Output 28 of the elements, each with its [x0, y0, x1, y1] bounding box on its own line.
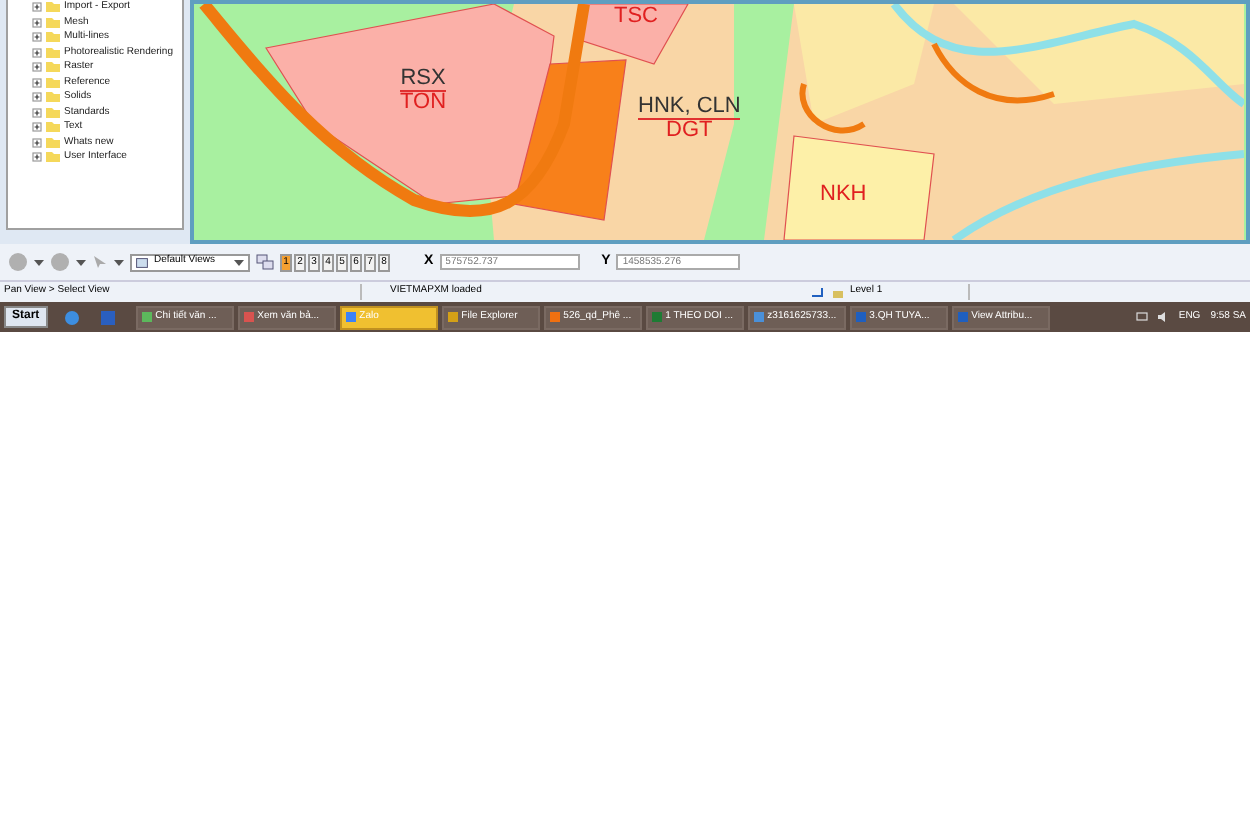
- caret-icon[interactable]: [234, 259, 244, 265]
- expand-icon[interactable]: [32, 17, 42, 28]
- caret-icon[interactable]: [76, 259, 86, 265]
- expand-icon[interactable]: [32, 137, 42, 148]
- expand-icon[interactable]: [32, 2, 42, 13]
- expand-icon[interactable]: [32, 152, 42, 163]
- browser-icon[interactable]: [63, 309, 80, 325]
- expand-icon[interactable]: [32, 107, 42, 118]
- expand-icon[interactable]: [32, 47, 42, 58]
- expand-icon[interactable]: [32, 32, 42, 43]
- speaker-icon[interactable]: [1158, 312, 1169, 322]
- zone-code-label: TON: [400, 92, 447, 114]
- view-icon: [136, 257, 148, 267]
- caret-icon[interactable]: [114, 259, 124, 265]
- expand-icon[interactable]: [32, 77, 42, 88]
- zone-code-label: DGT: [666, 120, 713, 142]
- snap-icon[interactable]: [810, 286, 824, 298]
- zone-code-label: NKH: [820, 184, 867, 206]
- map-view[interactable]: RSX TON HNK, CLN DGT NKH TSC: [190, 0, 1250, 244]
- caret-icon[interactable]: [34, 259, 44, 265]
- expand-icon[interactable]: [32, 62, 42, 73]
- zone-code-label: HNK, CLN: [638, 96, 741, 120]
- expand-icon[interactable]: [32, 122, 42, 133]
- expand-icon[interactable]: [32, 92, 42, 103]
- network-icon[interactable]: [1136, 312, 1149, 322]
- windows-icon[interactable]: [256, 254, 274, 270]
- zone-code-label: TSC: [614, 6, 658, 28]
- zone-code-label: RSX: [400, 68, 446, 92]
